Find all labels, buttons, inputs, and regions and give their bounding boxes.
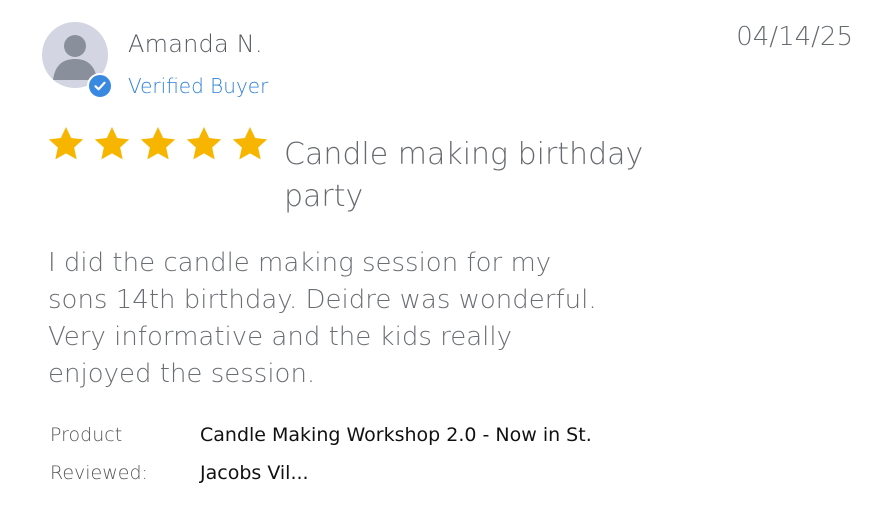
star-rating	[46, 124, 270, 164]
product-label: Product	[50, 424, 123, 446]
verified-badge	[87, 73, 113, 99]
checkmark-icon	[94, 81, 106, 91]
star-icon	[186, 127, 222, 160]
star-icon	[140, 127, 176, 160]
product-name: Candle Making Workshop 2.0 - Now in St.	[200, 424, 592, 446]
star-icon	[48, 127, 84, 160]
verified-buyer-label: Verified Buyer	[128, 74, 269, 98]
star-icon	[232, 127, 268, 160]
star-icon	[94, 127, 130, 160]
reviewer-name: Amanda N.	[128, 30, 263, 58]
reviewed-label: Reviewed:	[50, 462, 148, 484]
review-date: 04/14/25	[736, 22, 853, 52]
reviewed-value: Jacobs Vil...	[200, 462, 309, 484]
review-title: Candle making birthday party	[284, 137, 644, 214]
review-body: I did the candle making session for my s…	[48, 248, 597, 389]
